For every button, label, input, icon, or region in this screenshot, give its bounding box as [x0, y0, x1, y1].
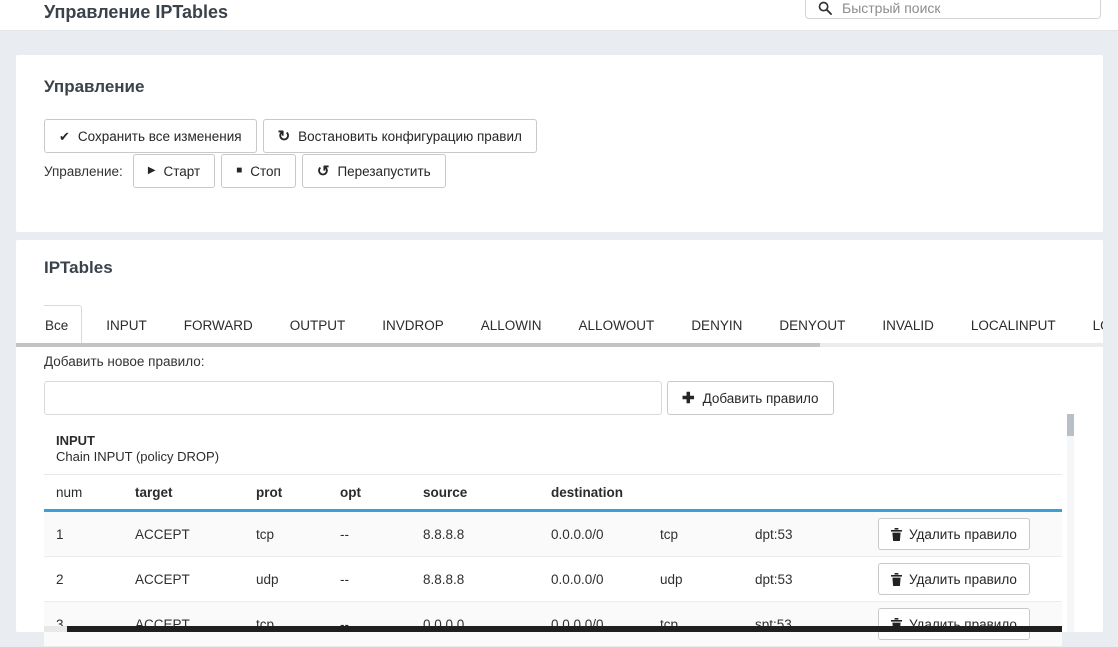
- cell-num: 2: [56, 572, 135, 587]
- column-header: target: [135, 485, 256, 500]
- trash-icon: [891, 528, 902, 541]
- table-horizontal-scrollbar[interactable]: [44, 626, 1062, 632]
- chain-tab[interactable]: INVDROP: [382, 318, 444, 333]
- trash-icon: [891, 573, 902, 586]
- cell-source: 8.8.8.8: [423, 572, 551, 587]
- delete-rule-button[interactable]: Удалить правило: [878, 518, 1030, 550]
- cell-source: 8.8.8.8: [423, 527, 551, 542]
- management-card: Управление ✔ Сохранить все изменения ↻ В…: [16, 55, 1103, 232]
- table-row: 1 ACCEPT tcp -- 8.8.8.8 0.0.0.0/0 tcp dp…: [44, 512, 1062, 557]
- restore-config-label: Востановить конфигурацию правил: [298, 129, 522, 144]
- cell-proto: tcp: [660, 527, 755, 542]
- cell-opt: --: [340, 527, 423, 542]
- add-rule-button[interactable]: ✚ Добавить правило: [667, 381, 834, 415]
- chain-tab[interactable]: ALLOWIN: [481, 318, 542, 333]
- refresh-icon: ↻: [278, 129, 291, 144]
- chain-tab[interactable]: DENYIN: [691, 318, 742, 333]
- column-header: source: [423, 485, 551, 500]
- cell-target: ACCEPT: [135, 527, 256, 542]
- restart-label: Перезапустить: [337, 164, 430, 179]
- chain-tab[interactable]: INVALID: [882, 318, 934, 333]
- page-title: Управление IPTables: [44, 2, 228, 23]
- column-header: prot: [256, 485, 340, 500]
- rules-table: INPUT Chain INPUT (policy DROP) numtarge…: [44, 415, 1062, 647]
- start-label: Старт: [164, 164, 201, 179]
- cell-target: ACCEPT: [135, 572, 256, 587]
- cell-prot: udp: [256, 572, 340, 587]
- delete-rule-label: Удалить правило: [909, 527, 1017, 542]
- chain-name: INPUT: [44, 415, 1062, 448]
- cell-num: 1: [56, 527, 135, 542]
- restore-config-button[interactable]: ↻ Востановить конфигурацию правил: [263, 119, 537, 153]
- management-card-title: Управление: [44, 77, 144, 97]
- play-icon: ▶: [148, 166, 156, 176]
- stop-label: Стоп: [250, 164, 281, 179]
- chain-tab[interactable]: INPUT: [106, 318, 147, 333]
- table-row: 3 ACCEPT tcp -- 0.0.0.0 0.0.0.0/0 tcp sp…: [44, 602, 1062, 647]
- quick-search-box[interactable]: Быстрый поиск: [805, 0, 1101, 19]
- chain-tab[interactable]: LOCALINPUT: [971, 318, 1056, 333]
- iptables-card: IPTables Все INPUT FORWARD OUTPUT INVDROP ALL…: [16, 240, 1103, 632]
- undo-icon: ↺: [317, 164, 330, 179]
- service-control-row: Управление: ▶ Старт ■ Стоп ↺ Перезапусти…: [44, 154, 446, 188]
- cell-port: dpt:53: [755, 572, 878, 587]
- cell-prot: tcp: [256, 527, 340, 542]
- stop-icon: ■: [236, 166, 242, 176]
- table-vertical-scrollbar[interactable]: [1067, 414, 1074, 632]
- stop-button[interactable]: ■ Стоп: [221, 154, 296, 188]
- add-rule-input[interactable]: [44, 381, 662, 415]
- control-label: Управление:: [44, 164, 123, 179]
- chain-tab[interactable]: Все: [44, 305, 82, 345]
- iptables-card-title: IPTables: [44, 258, 113, 278]
- add-rule-label: Добавить новое правило:: [44, 354, 205, 369]
- cell-destination: 0.0.0.0/0: [551, 527, 660, 542]
- delete-rule-button[interactable]: Удалить правило: [878, 608, 1030, 640]
- table-header-row: numtargetprotoptsourcedestination: [44, 474, 1062, 512]
- chain-tab[interactable]: OUTPUT: [290, 318, 346, 333]
- search-icon: [818, 1, 832, 16]
- cell-proto: udp: [660, 572, 755, 587]
- cell-opt: --: [340, 572, 423, 587]
- search-input[interactable]: Быстрый поиск: [842, 0, 941, 16]
- tabs-scrollbar-thumb[interactable]: [16, 343, 820, 347]
- column-header: num: [56, 485, 135, 500]
- cell-port: dpt:53: [755, 527, 878, 542]
- management-buttons-row: ✔ Сохранить все изменения ↻ Востановить …: [44, 119, 537, 153]
- delete-rule-button[interactable]: Удалить правило: [878, 563, 1030, 595]
- check-icon: ✔: [59, 130, 70, 143]
- delete-rule-label: Удалить правило: [909, 572, 1017, 587]
- column-header: destination: [551, 485, 660, 500]
- chain-tabs: Все INPUT FORWARD OUTPUT INVDROP ALLOWIN ALLOW…: [44, 305, 1103, 345]
- column-header: opt: [340, 485, 423, 500]
- horizontal-scrollbar-thumb[interactable]: [67, 626, 1062, 632]
- vertical-scrollbar-thumb[interactable]: [1067, 414, 1074, 436]
- cell-destination: 0.0.0.0/0: [551, 572, 660, 587]
- start-button[interactable]: ▶ Старт: [133, 154, 215, 188]
- chain-tab[interactable]: DENYOUT: [779, 318, 845, 333]
- save-all-changes-button[interactable]: ✔ Сохранить все изменения: [44, 119, 257, 153]
- save-all-changes-label: Сохранить все изменения: [78, 129, 242, 144]
- table-row: 2 ACCEPT udp -- 8.8.8.8 0.0.0.0/0 udp dp…: [44, 557, 1062, 602]
- chain-tab[interactable]: FORWARD: [184, 318, 253, 333]
- chain-tab[interactable]: LOCA: [1093, 318, 1103, 333]
- chain-tab[interactable]: ALLOWOUT: [579, 318, 655, 333]
- plus-icon: ✚: [682, 391, 695, 406]
- chain-info: Chain INPUT (policy DROP): [44, 448, 1062, 474]
- restart-button[interactable]: ↺ Перезапустить: [302, 154, 446, 188]
- tabs-horizontal-scrollbar[interactable]: [16, 343, 1103, 347]
- add-rule-button-label: Добавить правило: [703, 391, 819, 406]
